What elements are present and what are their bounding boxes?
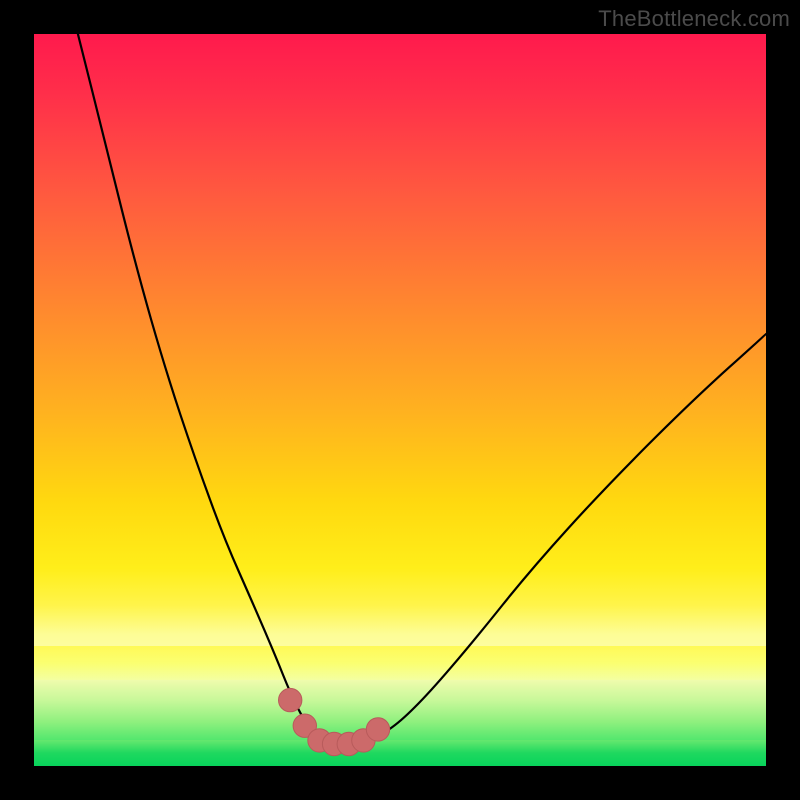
gradient-band-green <box>34 740 766 766</box>
watermark-text: TheBottleneck.com <box>598 6 790 32</box>
curve-marker <box>279 688 302 711</box>
plot-area <box>34 34 766 766</box>
chart-frame: TheBottleneck.com <box>0 0 800 800</box>
curve-marker <box>293 714 316 737</box>
gradient-band-yellow <box>34 646 766 680</box>
bottleneck-curve <box>78 34 766 744</box>
curve-marker <box>366 718 389 741</box>
